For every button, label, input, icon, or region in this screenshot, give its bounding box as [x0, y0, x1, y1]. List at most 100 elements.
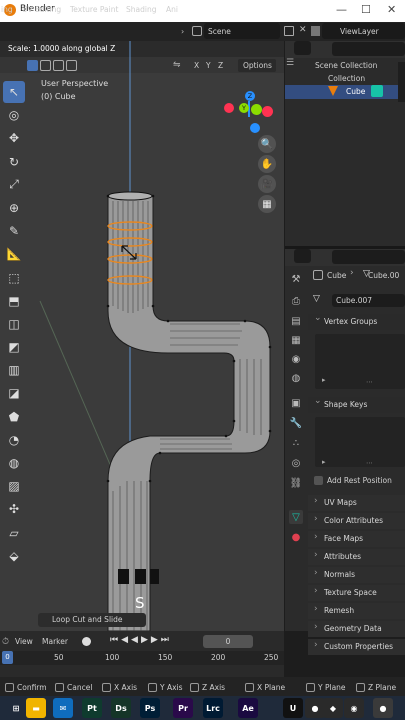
modifier-props-tab-icon[interactable]: 🔧 [289, 416, 303, 430]
render-props-tab-icon[interactable]: ⎙ [289, 294, 303, 308]
shape-list-expand-icon[interactable]: ▸ [322, 458, 326, 466]
bevel-tool-icon[interactable]: ◩ [3, 336, 25, 358]
after-effects-icon[interactable]: Ae [238, 698, 258, 718]
texture-space-panel[interactable]: Texture Space [308, 585, 405, 601]
redo-panel[interactable]: Loop Cut and Slide [38, 613, 146, 627]
material-props-tab-icon[interactable]: ● [289, 530, 303, 544]
grid-toggle-icon[interactable]: ▦ [258, 195, 276, 213]
normals-panel[interactable]: Normals [308, 567, 405, 583]
physics-props-tab-icon[interactable]: ◎ [289, 456, 303, 470]
measure-tool-icon[interactable]: 📐 [3, 243, 25, 265]
shrink-fatten-tool-icon[interactable]: ✣ [3, 498, 25, 520]
object-props-tab-icon[interactable]: ▣ [289, 396, 303, 410]
geometry-data-panel[interactable]: Geometry Data [308, 621, 405, 637]
knife-tool-icon[interactable]: ◪ [3, 382, 25, 404]
tab-shading[interactable]: Shading [126, 5, 156, 14]
mesh-datablock-icon[interactable]: ▽ [313, 294, 320, 304]
minimize-button[interactable]: — [336, 3, 347, 16]
annotate-tool-icon[interactable]: ✎ [3, 220, 25, 242]
scroll-right-icon[interactable]: › [181, 27, 184, 36]
chrome-icon[interactable]: ◉ [344, 698, 364, 718]
uv-maps-panel[interactable]: UV Maps [308, 495, 405, 511]
tab-layout[interactable]: ing [1, 5, 13, 14]
add-rest-position-checkbox[interactable] [314, 476, 323, 485]
custom-properties-panel[interactable]: Custom Properties [308, 639, 405, 655]
premiere-icon[interactable]: Pr [173, 698, 193, 718]
attributes-panel[interactable]: Attributes [308, 549, 405, 565]
premiere-pro-icon[interactable]: Pt [82, 698, 102, 718]
outliner-row-cube[interactable] [285, 85, 405, 99]
tab-texture-paint[interactable]: Texture Paint [70, 5, 118, 14]
remesh-panel[interactable]: Remesh [308, 603, 405, 619]
timeline-marker-menu[interactable]: Marker [42, 637, 68, 646]
world-props-tab-icon[interactable]: ◍ [289, 371, 303, 385]
tool-props-tab-icon[interactable]: ⚒ [289, 272, 303, 286]
gizmo-y-icon[interactable]: Y [239, 103, 249, 113]
current-frame-field[interactable]: 0 [203, 635, 253, 648]
gizmo-x-icon[interactable] [262, 106, 273, 117]
list-resize-handle-icon[interactable]: ⋯ [366, 378, 373, 386]
timeline[interactable]: ⏱ View Marker ⏮◀◀▶▶⏭ 0 0 50 100 150 200 … [0, 631, 284, 677]
shape-keys-panel[interactable]: Shape Keys [308, 396, 405, 413]
spin-tool-icon[interactable]: ◔ [3, 429, 25, 451]
extrude-tool-icon[interactable]: ⬒ [3, 290, 25, 312]
properties-search-input[interactable] [332, 250, 405, 264]
scene-props-tab-icon[interactable]: ◉ [289, 352, 303, 366]
list-expand-icon[interactable]: ▸ [322, 376, 326, 384]
transform-tool-icon[interactable]: ⊕ [3, 197, 25, 219]
new-scene-icon[interactable] [284, 26, 294, 36]
blender-active-icon[interactable]: ● [373, 698, 393, 718]
vertex-groups-panel[interactable]: Vertex Groups [308, 313, 405, 330]
face-maps-panel[interactable]: Face Maps [308, 531, 405, 547]
tab-uv-editing[interactable]: UV Editing [22, 5, 61, 14]
particle-props-tab-icon[interactable]: ∴ [289, 436, 303, 450]
timeline-ruler[interactable] [0, 651, 284, 665]
record-icon[interactable] [82, 637, 91, 646]
3d-viewport[interactable]: Scale: 1.0000 along global Z ⇋ X Y Z Opt… [0, 41, 284, 631]
dreamweaver-icon[interactable]: Ds [111, 698, 131, 718]
vpn-icon[interactable]: ◆ [323, 698, 343, 718]
delete-scene-icon[interactable]: ✕ [299, 25, 307, 35]
scale-tool-icon[interactable]: ⤢ [3, 174, 25, 196]
maximize-button[interactable]: ☐ [361, 3, 371, 16]
timeline-view-menu[interactable]: View [15, 637, 33, 646]
outliner-filter-icon[interactable]: ☰ [286, 58, 294, 68]
properties-editor-type-icon[interactable] [294, 249, 311, 263]
outliner-display-mode-icon[interactable] [294, 41, 311, 55]
photoshop-icon[interactable]: Ps [140, 698, 160, 718]
pan-hand-icon[interactable]: ✋ [258, 155, 276, 173]
add-cube-tool-icon[interactable]: ⬚ [3, 267, 25, 289]
zoom-icon[interactable]: 🔍 [258, 135, 276, 153]
mesh-name-field[interactable]: Cube.007 [332, 294, 405, 307]
mesh-data-tab-icon[interactable]: ▽ [289, 510, 303, 524]
gizmo-z-icon[interactable]: Z [245, 91, 255, 101]
mail-icon[interactable]: ✉ [53, 698, 73, 718]
tab-animation[interactable]: Ani [166, 5, 178, 14]
camera-icon[interactable]: 🎥 [258, 175, 276, 193]
inset-tool-icon[interactable]: ◫ [3, 313, 25, 335]
rip-tool-icon[interactable]: ⬙ [3, 545, 25, 567]
smooth-tool-icon[interactable]: ◍ [3, 452, 25, 474]
rotate-tool-icon[interactable]: ↻ [3, 151, 25, 173]
move-tool-icon[interactable]: ✥ [3, 127, 25, 149]
gizmo-y-ball-icon[interactable] [251, 104, 262, 115]
blender-taskbar-icon[interactable]: ● [305, 698, 325, 718]
color-attributes-panel[interactable]: Color Attributes [308, 513, 405, 529]
lightroom-icon[interactable]: Lrc [203, 698, 223, 718]
scene-collection-label[interactable]: Scene Collection [315, 61, 377, 70]
loop-cut-tool-icon[interactable]: ▥ [3, 359, 25, 381]
shear-tool-icon[interactable]: ▱ [3, 522, 25, 544]
gizmo-neg-x-icon[interactable] [224, 103, 234, 113]
playhead[interactable]: 0 [2, 651, 13, 664]
select-tool-icon[interactable]: ↖ [3, 81, 25, 103]
constraint-props-tab-icon[interactable]: ⛓ [289, 476, 303, 490]
view-layer-props-tab-icon[interactable]: ▦ [289, 333, 303, 347]
playback-controls-icon[interactable]: ⏮◀◀▶▶⏭ [110, 635, 172, 645]
mesh-data-icon[interactable] [371, 85, 383, 97]
shape-list-resize-icon[interactable]: ⋯ [366, 459, 373, 467]
gizmo-neg-z-icon[interactable] [250, 123, 260, 133]
close-button[interactable]: ✕ [387, 3, 396, 16]
outliner-scrollbar[interactable] [398, 62, 405, 102]
vertex-groups-list[interactable] [315, 334, 405, 389]
windows-icon[interactable]: ⊞ [6, 698, 26, 718]
